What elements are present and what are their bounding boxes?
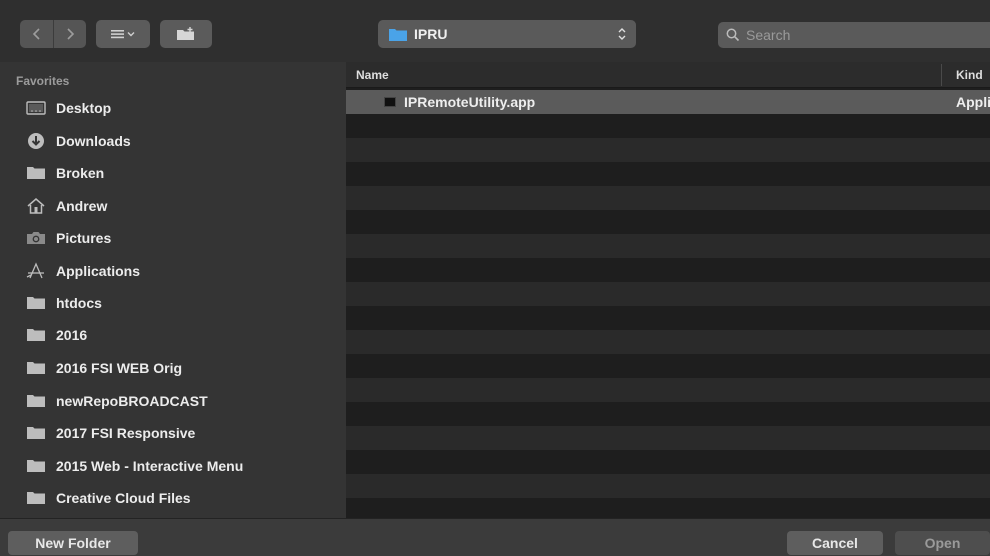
search-field[interactable]: Search [718,22,990,48]
up-down-arrows-icon [618,28,626,40]
sidebar-item-label: Downloads [56,133,131,149]
list-view-icon [111,30,135,39]
forward-button[interactable] [53,20,86,48]
sidebar-item-label: htdocs [56,295,102,311]
sidebar-item-label: Creative Cloud Files [56,490,191,506]
cancel-button[interactable]: Cancel [787,531,883,555]
sidebar-item-downloads[interactable]: Downloads [26,127,336,155]
kind-column-header[interactable]: Kind [956,68,983,82]
file-row[interactable]: IPRemoteUtility.app Appli [346,90,990,114]
view-options-button[interactable] [96,20,150,48]
desktop-icon [26,100,46,116]
sidebar-item-label: Broken [56,165,105,181]
sidebar-item-broken[interactable]: Broken [26,159,336,187]
chevron-right-icon [67,28,75,40]
sidebar-item-label: Andrew [56,198,108,214]
camera-icon [26,230,46,246]
sidebar-item-newrepobroadcast[interactable]: newRepoBROADCAST [26,387,336,415]
file-list: Name Kind IPRemoteUtility.app Appli [346,62,990,518]
toolbar: IPRU Search [0,0,990,62]
folder-icon [26,295,46,311]
app-icon [384,97,396,107]
folder-icon [26,165,46,181]
sidebar-item-label: Applications [56,263,141,279]
sidebar-item-pictures[interactable]: Pictures [26,224,336,252]
location-label: IPRU [414,26,448,42]
sidebar-item-2015-web-interactive-menu[interactable]: 2015 Web - Interactive Menu [26,452,336,480]
empty-row [346,282,990,306]
sidebar: Favorites Desktop Downloads Broken Andre… [0,62,346,518]
column-divider[interactable] [941,64,942,86]
new-folder-icon [177,27,194,40]
sidebar-item-label: Desktop [56,100,112,116]
location-popup[interactable]: IPRU [378,20,636,48]
favorites-heading: Favorites [16,74,70,88]
sidebar-item-label: 2017 FSI Responsive [56,425,196,441]
sidebar-item-label: 2016 FSI WEB Orig [56,360,183,376]
new-folder-button[interactable]: New Folder [8,531,138,555]
folder-icon [26,393,46,409]
folder-icon [389,29,407,41]
sidebar-item-htdocs[interactable]: htdocs [26,289,336,317]
sidebar-item-label: 2016 [56,327,88,343]
empty-row [346,234,990,258]
sidebar-item-andrew[interactable]: Andrew [26,192,336,220]
sidebar-item-applications[interactable]: Applications [26,257,336,285]
file-kind: Appli [956,94,990,110]
sidebar-item-2016-fsi-web-orig[interactable]: 2016 FSI WEB Orig [26,354,336,382]
folder-icon [26,425,46,441]
column-header: Name Kind [346,62,990,88]
new-folder-toolbar-button[interactable] [160,20,212,48]
sidebar-item-2017-fsi-responsive[interactable]: 2017 FSI Responsive [26,419,336,447]
sidebar-item-label: 2015 Web - Interactive Menu [56,458,244,474]
empty-row [346,426,990,450]
empty-row [346,330,990,354]
name-column-header[interactable]: Name [356,68,389,82]
home-icon [26,198,46,214]
empty-row [346,474,990,498]
back-forward-group [20,20,86,48]
folder-icon [26,490,46,506]
back-button[interactable] [20,20,53,48]
empty-row [346,138,990,162]
sidebar-item-desktop[interactable]: Desktop [26,94,336,122]
sidebar-item-creative-cloud-files[interactable]: Creative Cloud Files [26,484,336,512]
file-name: IPRemoteUtility.app [404,94,536,110]
bottom-bar: New Folder Cancel Open [0,518,990,556]
empty-row [346,378,990,402]
sidebar-item-label: newRepoBROADCAST [56,393,208,409]
empty-row [346,186,990,210]
search-icon [726,28,740,42]
applications-icon [26,262,46,279]
folder-icon [26,458,46,474]
folder-icon [26,327,46,343]
downloads-icon [26,133,46,149]
open-button[interactable]: Open [895,531,990,555]
sidebar-item-label: Pictures [56,230,112,246]
folder-icon [26,360,46,376]
chevron-left-icon [32,28,40,40]
search-placeholder: Search [746,27,791,43]
sidebar-item-2016[interactable]: 2016 [26,321,336,349]
